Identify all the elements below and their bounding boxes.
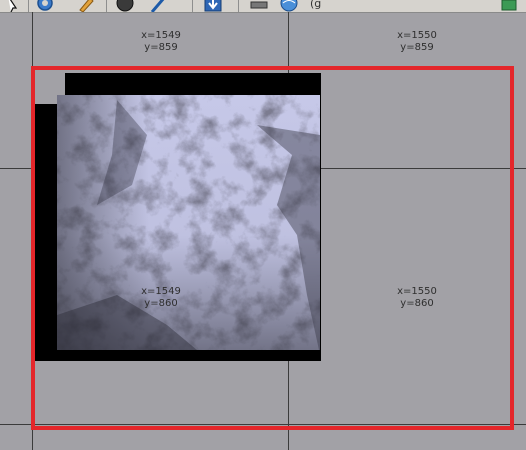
tile-label-top-right: x=1550 y=859 (372, 30, 462, 54)
export-icon[interactable] (204, 0, 222, 12)
tile-label-bottom-left: x=1549 y=860 (116, 286, 206, 310)
satellite-image (57, 95, 320, 350)
layers-icon[interactable] (500, 0, 518, 12)
globe-blue-icon[interactable] (280, 0, 298, 12)
tile-y-coordinate: y=859 (144, 42, 178, 53)
tile-x-coordinate: x=1550 (397, 286, 437, 297)
pencil-icon[interactable] (78, 0, 96, 12)
pointer-icon[interactable] (4, 0, 22, 12)
toolbar-separator (192, 0, 193, 12)
settings-gear-icon[interactable] (36, 0, 54, 12)
map-canvas[interactable]: (g x=1549 y=859 x=1550 y=859 x=1549 y=86… (0, 0, 526, 450)
tile-y-coordinate: y=860 (400, 298, 434, 309)
tile-y-coordinate: y=860 (144, 298, 178, 309)
tile-x-coordinate: x=1549 (141, 30, 181, 41)
tile-x-coordinate: x=1549 (141, 286, 181, 297)
globe-dark-icon[interactable] (116, 0, 134, 12)
stack-icon[interactable] (250, 0, 268, 12)
tile-x-coordinate: x=1550 (397, 30, 437, 41)
tile-y-coordinate: y=859 (400, 42, 434, 53)
tile-label-top-left: x=1549 y=859 (116, 30, 206, 54)
toolbar-separator (28, 0, 29, 12)
tile-grid-line-horizontal (0, 424, 526, 425)
toolbar-partial-text: (g (310, 0, 322, 10)
toolbar: (g (0, 0, 526, 13)
tile-grid-line-vertical (32, 12, 33, 450)
toolbar-separator (106, 0, 107, 12)
toolbar-separator (238, 0, 239, 12)
tile-label-bottom-right: x=1550 y=860 (372, 286, 462, 310)
pen-tool-icon[interactable] (150, 0, 168, 12)
